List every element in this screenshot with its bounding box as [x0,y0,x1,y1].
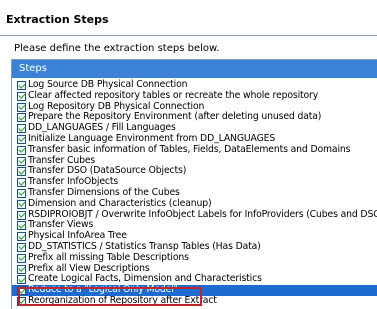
checkbox-checked-icon[interactable] [17,232,26,242]
checkbox-checked-icon[interactable] [17,91,26,101]
panel-title: Extraction Steps [6,13,109,26]
checkbox-checked-icon[interactable] [17,242,26,252]
step-label: Prefix all missing Table Descriptions [28,251,189,263]
steps-column-header[interactable]: Steps [12,60,377,78]
step-label: Dimension and Characteristics (cleanup) [28,197,212,209]
checkbox-checked-icon[interactable] [17,210,26,220]
step-row[interactable]: Prefix all missing Table Descriptions [12,251,377,264]
panel-description: Please define the extraction steps below… [14,43,220,54]
checkbox-checked-icon[interactable] [17,167,26,177]
checkbox-checked-icon[interactable] [17,113,26,123]
checkbox-checked-icon[interactable] [17,275,26,285]
checkbox-checked-icon[interactable] [17,145,26,155]
checkbox-checked-icon[interactable] [17,286,26,296]
checkbox-checked-icon[interactable] [17,264,26,274]
header-divider [0,35,377,36]
extraction-steps-panel: Extraction Steps Please define the extra… [0,0,377,309]
step-label: Transfer basic information of Tables, Fi… [28,143,351,155]
step-label: Reorganization of Repository after Extra… [28,294,217,306]
step-row[interactable]: Clear affected repository tables or recr… [12,89,377,102]
step-row[interactable]: Reorganization of Repository after Extra… [12,294,377,307]
step-label: Clear affected repository tables or recr… [28,89,319,101]
checkbox-checked-icon[interactable] [17,296,26,306]
steps-list: Log Source DB Physical Connection Clear a… [12,79,377,307]
checkbox-checked-icon[interactable] [17,102,26,112]
steps-column-header-label: Steps [19,63,47,74]
checkbox-checked-icon[interactable] [17,156,26,166]
checkbox-checked-icon[interactable] [17,134,26,144]
panel-header: Extraction Steps [0,0,377,36]
step-row[interactable]: Dimension and Characteristics (cleanup) [12,197,377,210]
checkbox-checked-icon[interactable] [17,81,26,90]
checkbox-checked-icon[interactable] [17,188,26,198]
checkbox-checked-icon[interactable] [17,124,26,134]
checkbox-checked-icon[interactable] [17,178,26,188]
checkbox-checked-icon[interactable] [17,221,26,231]
checkbox-checked-icon[interactable] [17,253,26,263]
step-row[interactable]: Transfer basic information of Tables, Fi… [12,143,377,156]
steps-grid[interactable]: Steps Log Source DB Physical Connection C… [11,59,377,309]
checkbox-checked-icon[interactable] [17,199,26,209]
